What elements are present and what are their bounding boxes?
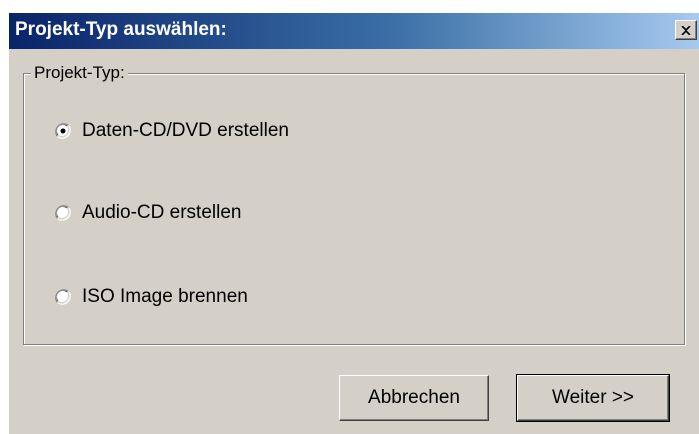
dialog-window: Projekt-Typ auswählen: Projekt-Typ: Date… (8, 12, 699, 434)
option-label: Audio-CD erstellen (82, 202, 242, 223)
close-icon (681, 25, 691, 35)
title-bar[interactable]: Projekt-Typ auswählen: (9, 13, 699, 49)
cancel-button[interactable]: Abbrechen (339, 375, 489, 421)
radio-unselected-icon[interactable] (54, 288, 72, 306)
radio-unselected-icon[interactable] (54, 204, 72, 222)
radio-selected-icon[interactable] (54, 122, 72, 140)
close-button[interactable] (675, 20, 697, 40)
next-button[interactable]: Weiter >> (516, 374, 670, 422)
option-label: Daten-CD/DVD erstellen (82, 120, 289, 141)
option-data-cd[interactable]: Daten-CD/DVD erstellen (54, 120, 289, 142)
group-legend: Projekt-Typ: (31, 63, 128, 83)
option-audio-cd[interactable]: Audio-CD erstellen (54, 202, 241, 224)
option-label: ISO Image brennen (82, 286, 248, 307)
dialog-title: Projekt-Typ auswählen: (15, 19, 227, 40)
option-iso-image[interactable]: ISO Image brennen (54, 286, 248, 308)
